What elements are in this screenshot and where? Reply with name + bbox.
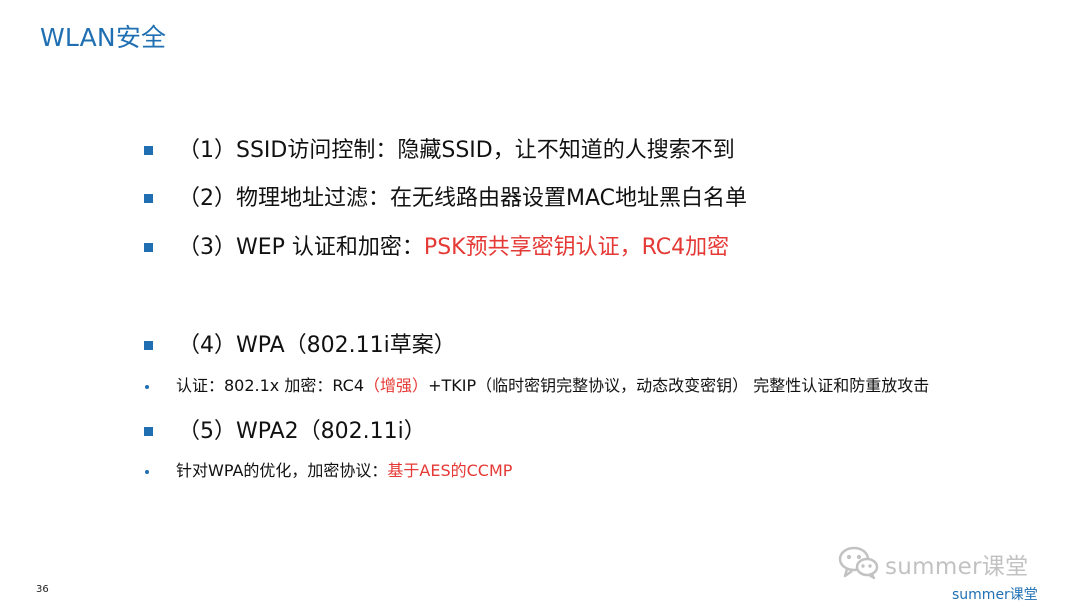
sub-bullet-text: 针对WPA的优化，加密协议：基于AES的CCMP <box>176 461 512 481</box>
square-bullet-icon <box>144 146 153 155</box>
dot-bullet-icon <box>145 385 149 389</box>
sub-bullet-text-highlight: （增强） <box>364 376 429 395</box>
dot-bullet-icon <box>145 470 149 474</box>
bullet-text-main: （3）WEP 认证和加密： <box>178 235 424 260</box>
sub-bullet-text-after: +TKIP（临时密钥完整协议，动态改变密钥） 完整性认证和防重放攻击 <box>428 376 930 395</box>
square-bullet-icon <box>144 194 153 203</box>
bullet-text: （4）WPA（802.11i草案） <box>178 333 456 358</box>
sub-bullet-text-before: 认证：802.1x 加密：RC4 <box>176 376 365 395</box>
sub-bullet-text: 认证：802.1x 加密：RC4（增强）+TKIP（临时密钥完整协议，动态改变密… <box>176 376 929 396</box>
sub-bullet-item-wpa-detail: 认证：802.1x 加密：RC4（增强）+TKIP（临时密钥完整协议，动态改变密… <box>0 372 1080 406</box>
page-number: 36 <box>36 584 49 595</box>
square-bullet-icon <box>144 243 153 252</box>
square-bullet-icon <box>144 427 153 436</box>
bullet-text: （1）SSID访问控制：隐藏SSID，让不知道的人搜索不到 <box>178 138 735 163</box>
bullet-text-highlight: PSK预共享密钥认证，RC4加密 <box>423 235 730 260</box>
sub-bullet-item-wpa2-detail: 针对WPA的优化，加密协议：基于AES的CCMP <box>0 457 1080 491</box>
watermark: summer课堂 <box>838 539 1048 583</box>
bullet-item-mac-filter: （2）物理地址过滤：在无线路由器设置MAC地址黑白名单 <box>0 182 1080 216</box>
bullet-item-wep: （3）WEP 认证和加密：PSK预共享密钥认证，RC4加密 <box>0 231 1080 265</box>
bullet-text: （5）WPA2（802.11i） <box>178 419 426 444</box>
watermark-text: summer课堂 <box>885 554 1029 580</box>
wechat-icon <box>838 546 879 579</box>
sub-bullet-text-highlight: 基于AES的CCMP <box>387 461 513 480</box>
sub-bullet-text-before: 针对WPA的优化，加密协议： <box>176 461 388 480</box>
square-bullet-icon <box>144 341 153 350</box>
bullet-item-wpa: （4）WPA（802.11i草案） <box>0 329 1080 363</box>
bullet-text: （2）物理地址过滤：在无线路由器设置MAC地址黑白名单 <box>178 186 748 211</box>
bullet-text: （3）WEP 认证和加密：PSK预共享密钥认证，RC4加密 <box>178 234 729 262</box>
bullet-item-ssid: （1）SSID访问控制：隐藏SSID，让不知道的人搜索不到 <box>0 134 1080 168</box>
bullet-item-wpa2: （5）WPA2（802.11i） <box>0 415 1080 449</box>
brand-label: summer课堂 <box>952 587 1038 603</box>
page-title: WLAN安全 <box>40 23 167 52</box>
